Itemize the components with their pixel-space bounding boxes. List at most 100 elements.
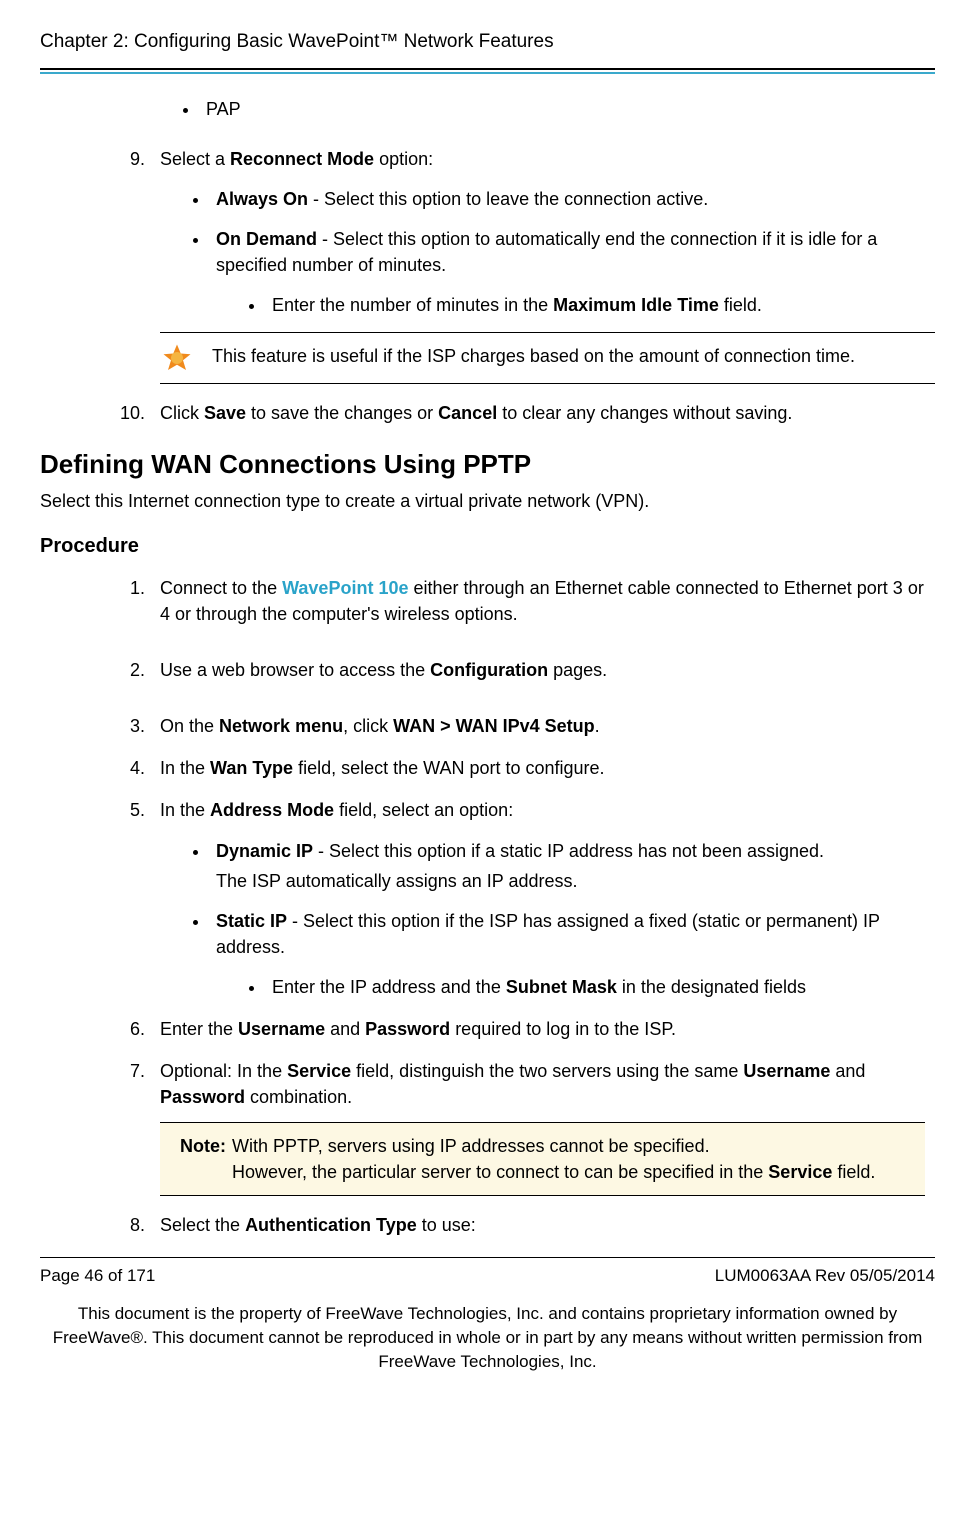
bullet-list: Dynamic IP - Select this option if a sta… [160,838,935,1000]
text-bold: Always On [216,189,308,209]
text: The ISP automatically assigns an IP addr… [216,868,935,894]
text: . [595,716,600,736]
list-item: Always On - Select this option to leave … [210,186,935,212]
note-label: Note: [180,1133,226,1185]
text-bold: Wan Type [210,758,293,778]
bullet-list: Always On - Select this option to leave … [160,186,935,318]
text: field. [719,295,762,315]
text: In the [160,800,210,820]
text-bold: Save [204,403,246,423]
step-10: Click Save to save the changes or Cancel… [150,400,935,426]
text: Connect to the [160,578,282,598]
text-bold: Service [287,1061,351,1081]
text: field. [832,1162,875,1182]
text: field, select an option: [334,800,513,820]
text: Select a [160,149,230,169]
text-bold: WAN > WAN IPv4 Setup [393,716,595,736]
text-bold: Maximum Idle Time [553,295,719,315]
text-bold: Dynamic IP [216,841,313,861]
text: However, the particular server to connec… [232,1162,768,1182]
header-rule-blue [40,72,935,74]
list-item: PAP [200,96,935,122]
text: to use: [417,1215,476,1235]
text: Use a web browser to access the [160,660,430,680]
text: - Select this option to leave the connec… [308,189,708,209]
text: Enter the number of minutes in the [272,295,553,315]
footer-legal: This document is the property of FreeWav… [40,1302,935,1373]
text-bold: Username [743,1061,830,1081]
text-bold: Cancel [438,403,497,423]
list-item: Static IP - Select this option if the IS… [210,908,935,1000]
text: Click [160,403,204,423]
text: In the [160,758,210,778]
footer-row: Page 46 of 171 LUM0063AA Rev 05/05/2014 [40,1264,935,1289]
section-heading: Defining WAN Connections Using PPTP [40,446,935,484]
note-line-1: With PPTP, servers using IP addresses ca… [232,1133,905,1159]
note-callout: Note: With PPTP, servers using IP addres… [160,1122,925,1196]
tip-icon [162,343,192,373]
sub-bullet-list: Enter the IP address and the Subnet Mask… [216,974,935,1000]
tip-text: This feature is useful if the ISP charge… [212,343,935,369]
text: in the designated fields [617,977,806,997]
text-bold: Authentication Type [245,1215,417,1235]
list-item: Enter the IP address and the Subnet Mask… [266,974,935,1000]
text-bold: Reconnect Mode [230,149,374,169]
list-item: Dynamic IP - Select this option if a sta… [210,838,935,894]
tip-rule-bottom [160,383,935,384]
procedure-step-6: Enter the Username and Password required… [150,1016,935,1042]
text: pages. [548,660,607,680]
text: On the [160,716,219,736]
step-9: Select a Reconnect Mode option: Always O… [150,146,935,384]
doc-revision: LUM0063AA Rev 05/05/2014 [715,1264,935,1289]
text-bold: Address Mode [210,800,334,820]
text: , click [343,716,393,736]
procedure-step-4: In the Wan Type field, select the WAN po… [150,755,935,781]
text: field, distinguish the two servers using… [351,1061,743,1081]
procedure-step-1: Connect to the WavePoint 10e either thro… [150,575,935,627]
text: and [325,1019,365,1039]
text: field, select the WAN port to configure. [293,758,604,778]
text: to clear any changes without saving. [497,403,792,423]
procedure-step-3: On the Network menu, click WAN > WAN IPv… [150,713,935,739]
text: - Select this option if the ISP has assi… [216,911,880,957]
text: Select the [160,1215,245,1235]
footer-rule [40,1257,935,1258]
procedure-list: Connect to the WavePoint 10e either thro… [40,575,935,1239]
text-bold: Configuration [430,660,548,680]
list-item: On Demand - Select this option to automa… [210,226,935,318]
text: Enter the IP address and the [272,977,506,997]
note-line-2: However, the particular server to connec… [232,1159,905,1185]
text-bold: On Demand [216,229,317,249]
procedure-step-7: Optional: In the Service field, distingu… [150,1058,935,1196]
page-number: Page 46 of 171 [40,1264,155,1289]
text: Optional: In the [160,1061,287,1081]
page-content: PAP Select a Reconnect Mode option: Alwa… [40,96,935,1239]
text-bold: Password [365,1019,450,1039]
procedure-step-5: In the Address Mode field, select an opt… [150,797,935,1000]
text-bold: Network menu [219,716,343,736]
procedure-heading: Procedure [40,532,935,561]
text: required to log in to the ISP. [450,1019,676,1039]
tip-callout: This feature is useful if the ISP charge… [160,332,935,384]
text-bold: Service [768,1162,832,1182]
list-item: Enter the number of minutes in the Maxim… [266,292,935,318]
text-bold: Static IP [216,911,287,931]
header-rule-dark [40,68,935,70]
procedure-step-2: Use a web browser to access the Configur… [150,657,935,683]
text-bold: Password [160,1087,245,1107]
text: to save the changes or [246,403,438,423]
text: option: [374,149,433,169]
text-bold: Username [238,1019,325,1039]
chapter-header: Chapter 2: Configuring Basic WavePoint™ … [40,28,935,56]
text: and [830,1061,865,1081]
tip-rule-top [160,332,935,333]
sub-bullet-list: Enter the number of minutes in the Maxim… [216,292,935,318]
text: - Select this option if a static IP addr… [313,841,824,861]
text-bold: Subnet Mask [506,977,617,997]
ordered-list: Select a Reconnect Mode option: Always O… [40,146,935,427]
section-subtext: Select this Internet connection type to … [40,488,935,514]
text: Enter the [160,1019,238,1039]
wavepoint-link[interactable]: WavePoint 10e [282,578,408,598]
text: combination. [245,1087,352,1107]
text: PAP [206,99,241,119]
